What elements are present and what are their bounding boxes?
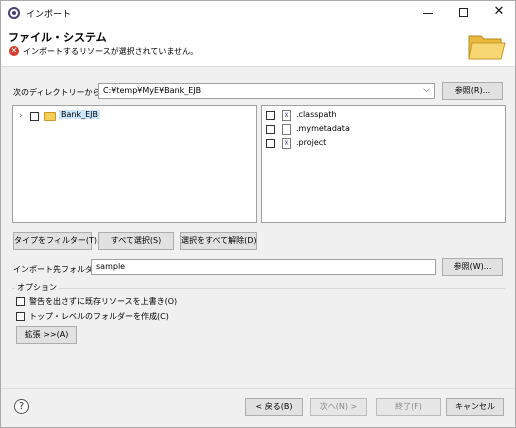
tree-item-label[interactable]: Bank_EJB [59,110,100,119]
file-checkbox[interactable] [266,139,275,148]
file-icon [282,124,291,135]
maximize-icon [459,8,468,17]
tree-item-checkbox[interactable] [30,112,39,121]
back-button[interactable]: < 戻る(B) [245,398,303,416]
page-title: ファイル・システム [8,31,107,44]
close-icon: ✕ [493,4,505,19]
file-checkbox[interactable] [266,111,275,120]
folder-icon [44,112,56,121]
browse-destination-button[interactable]: 参照(W)... [442,258,503,276]
minimize-button[interactable] [411,1,445,25]
source-directory-value: C:¥temp¥MyE¥Bank_EJB [103,86,202,95]
close-button[interactable]: ✕ [482,1,516,25]
import-dialog: インポート ✕ ファイル・システム ✕ インポートするリソースが選択されていませ… [0,0,516,428]
next-button[interactable]: 次へ(N) > [310,398,367,416]
deselect-all-button[interactable]: 選択をすべて解除(D) [180,232,257,250]
browse-source-button[interactable]: 参照(R)... [442,82,503,100]
file-label: .mymetadata [296,124,350,133]
file-label: .project [296,138,327,147]
finish-button[interactable]: 終了(F) [376,398,441,416]
error-message: インポートするリソースが選択されていません。 [23,47,199,56]
create-top-level-checkbox[interactable] [16,312,25,321]
file-checkbox[interactable] [266,125,275,134]
file-label: .classpath [296,110,337,119]
filter-types-button[interactable]: タイプをフィルター(T)... [13,232,105,250]
create-top-level-label[interactable]: トップ・レベルのフォルダーを作成(C) [29,311,169,322]
window-title: インポート [26,10,72,20]
minimize-icon [423,13,433,14]
source-directory-combo[interactable]: C:¥temp¥MyE¥Bank_EJB ⌵ [98,83,435,99]
error-icon: ✕ [9,46,19,56]
file-icon: X [282,110,291,121]
options-group-title: オプション [15,282,59,293]
chevron-down-icon[interactable]: ⌵ [423,85,430,95]
select-all-button[interactable]: すべて選択(S) [98,232,174,250]
file-icon: X [282,138,291,149]
folder-tree[interactable]: › Bank_EJB [12,105,257,223]
cancel-button[interactable]: キャンセル [446,398,504,416]
wizard-header: ファイル・システム ✕ インポートするリソースが選択されていません。 [1,25,515,67]
destination-folder-value: sample [96,262,126,271]
expand-icon[interactable]: › [19,111,23,121]
footer-divider [1,388,515,389]
advanced-button[interactable]: 拡張 >>(A) [16,326,77,344]
eclipse-app-icon [8,7,20,19]
title-bar: インポート ✕ [1,1,515,25]
overwrite-checkbox[interactable] [16,297,25,306]
file-list[interactable]: X .classpath .mymetadata X .project [261,105,506,223]
folder-icon [468,35,506,60]
help-icon[interactable]: ? [14,399,29,414]
overwrite-label[interactable]: 警告を出さずに既存リソースを上書き(O) [29,296,177,307]
destination-folder-input[interactable]: sample [91,259,436,275]
maximize-button[interactable] [447,1,481,25]
